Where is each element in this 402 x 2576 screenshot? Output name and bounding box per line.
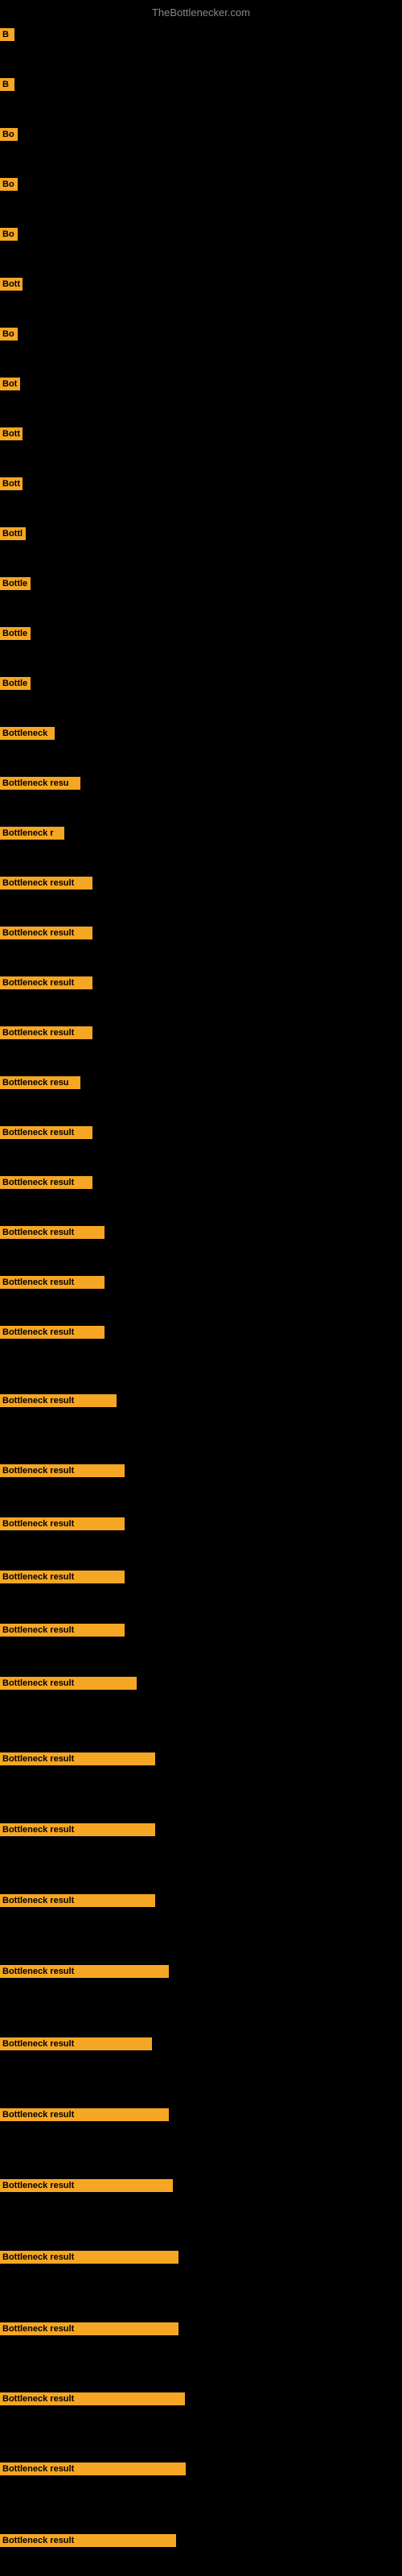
bottleneck-label-16: Bottleneck resu [0,777,80,790]
bottleneck-label-13: Bottle [0,627,31,640]
bottleneck-label-30: Bottleneck result [0,1517,125,1530]
bottleneck-label-1: B [0,28,14,41]
bottleneck-label-34: Bottleneck result [0,1752,155,1765]
bottleneck-label-37: Bottleneck result [0,1965,169,1978]
bottleneck-label-24: Bottleneck result [0,1176,92,1189]
bottleneck-label-32: Bottleneck result [0,1624,125,1637]
bottleneck-label-14: Bottle [0,677,31,690]
bottleneck-label-19: Bottleneck result [0,927,92,939]
bottleneck-label-8: Bot [0,378,20,390]
bottleneck-label-5: Bo [0,228,18,241]
bottleneck-label-4: Bo [0,178,18,191]
bottleneck-label-36: Bottleneck result [0,1894,155,1907]
site-title: TheBottlenecker.com [152,6,250,19]
bottleneck-label-38: Bottleneck result [0,2037,152,2050]
bottleneck-label-11: Bottl [0,527,26,540]
bottleneck-label-31: Bottleneck result [0,1571,125,1583]
bottleneck-label-45: Bottleneck result [0,2534,176,2547]
bottleneck-label-23: Bottleneck result [0,1126,92,1139]
bottleneck-label-25: Bottleneck result [0,1226,105,1239]
bottleneck-label-6: Bott [0,278,23,291]
bottleneck-label-10: Bott [0,477,23,490]
bottleneck-label-17: Bottleneck r [0,827,64,840]
bottleneck-label-2: B [0,78,14,91]
bottleneck-label-3: Bo [0,128,18,141]
bottleneck-label-41: Bottleneck result [0,2251,178,2264]
bottleneck-label-40: Bottleneck result [0,2179,173,2192]
bottleneck-label-26: Bottleneck result [0,1276,105,1289]
bottleneck-label-21: Bottleneck result [0,1026,92,1039]
bottleneck-label-28: Bottleneck result [0,1394,117,1407]
bottleneck-label-15: Bottleneck [0,727,55,740]
bottleneck-label-42: Bottleneck result [0,2322,178,2335]
bottleneck-label-9: Bott [0,427,23,440]
bottleneck-label-33: Bottleneck result [0,1677,137,1690]
bottleneck-label-35: Bottleneck result [0,1823,155,1836]
bottleneck-label-39: Bottleneck result [0,2108,169,2121]
bottleneck-label-7: Bo [0,328,18,341]
bottleneck-label-44: Bottleneck result [0,2462,186,2475]
bottleneck-label-18: Bottleneck result [0,877,92,890]
bottleneck-label-22: Bottleneck resu [0,1076,80,1089]
bottleneck-label-29: Bottleneck result [0,1464,125,1477]
bottleneck-label-20: Bottleneck result [0,976,92,989]
bottleneck-label-27: Bottleneck result [0,1326,105,1339]
bottleneck-label-12: Bottle [0,577,31,590]
bottleneck-label-43: Bottleneck result [0,2392,185,2405]
